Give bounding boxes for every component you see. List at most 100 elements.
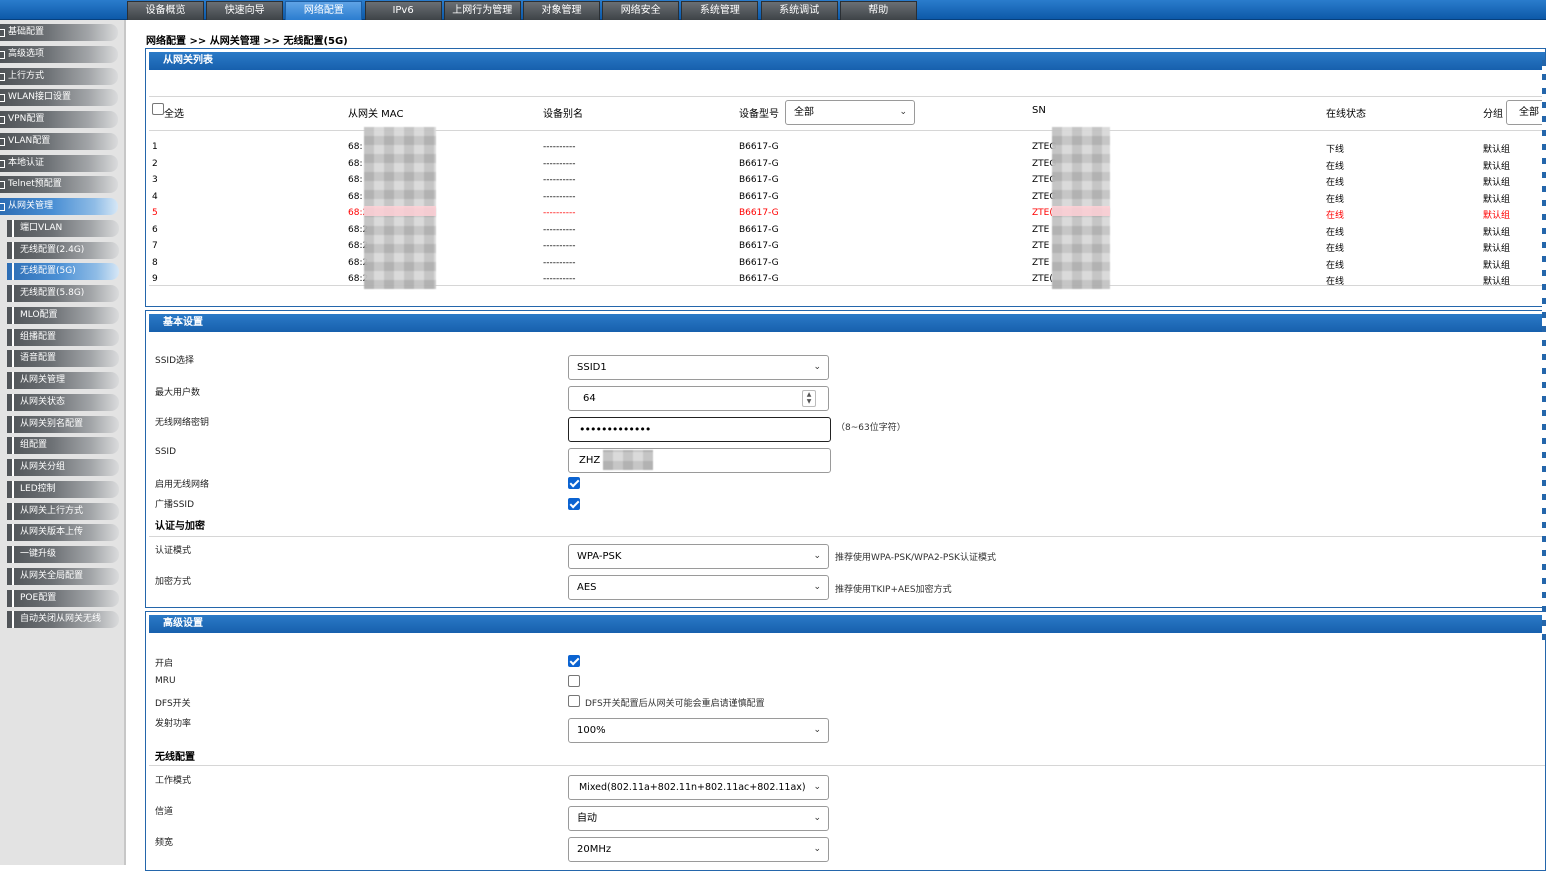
cell-alias: ----------: [543, 142, 576, 152]
sidebar-item[interactable]: 无线配置(5G): [7, 263, 119, 281]
nav-tab[interactable]: 系统调试: [760, 1, 838, 20]
chevron-down-icon: ⌄: [899, 107, 907, 117]
sidebar-item[interactable]: 从网关管理: [0, 198, 118, 215]
top-nav: 设备概览 快速向导 网络配置 IPv6 上网行为管理 对象管理 网络安全 系统管理 系统调试 帮助: [0, 0, 1546, 20]
nav-tab[interactable]: 网络配置: [285, 1, 363, 20]
nav-tab[interactable]: 快速向导: [206, 1, 284, 20]
sidebar-item[interactable]: 本地认证: [0, 154, 118, 172]
table-row[interactable]: 5 68:2 ---------- B6617-G ZTE(在线 默认组: [146, 206, 1546, 222]
bandwidth-select[interactable]: 20MHz ⌄: [568, 837, 829, 862]
sidebar-item[interactable]: WLAN接口设置: [0, 89, 118, 107]
sidebar-item[interactable]: 从网关状态: [7, 393, 119, 411]
broadcast-ssid-checkbox[interactable]: [568, 498, 580, 510]
cell-status: 在线: [1326, 194, 1345, 205]
sidebar-item[interactable]: 从网关上行方式: [7, 502, 119, 520]
channel-label: 信道: [155, 807, 174, 817]
select-all-checkbox[interactable]: [152, 103, 164, 115]
nav-tab[interactable]: 系统管理: [681, 1, 759, 20]
spinner-icon[interactable]: ▲ ▼: [802, 390, 816, 407]
header-select-all: 全选: [164, 109, 184, 120]
cell-alias: ----------: [543, 208, 576, 218]
nav-tab[interactable]: 上网行为管理: [443, 1, 521, 20]
max-users-input[interactable]: 64 ▲ ▼: [568, 386, 829, 411]
broadcast-ssid-label: 广播SSID: [155, 500, 195, 510]
table-row[interactable]: 1 68: ---------- B6617-G ZTEG 下线 默认组: [146, 140, 1546, 156]
sidebar-item[interactable]: 从网关版本上传: [7, 524, 119, 542]
table-row[interactable]: 6 68:2 ---------- B6617-G ZTE 在线 默认组: [146, 223, 1546, 239]
sidebar-item[interactable]: 从网关别名配置: [7, 415, 119, 433]
table-row[interactable]: 2 68: ---------- B6617-G ZTEG 在线 默认组: [146, 157, 1546, 173]
model-filter-select[interactable]: 全部 ⌄: [785, 100, 915, 125]
group-filter-select[interactable]: 全部: [1506, 100, 1546, 125]
power-label: 发射功率: [155, 719, 192, 729]
dfs-checkbox[interactable]: [568, 695, 580, 707]
sidebar-item[interactable]: VLAN配置: [0, 132, 118, 150]
nav-tab[interactable]: 网络安全: [602, 1, 680, 20]
chevron-down-icon: ⌄: [813, 844, 821, 854]
enable-wifi-checkbox[interactable]: [568, 477, 580, 489]
mru-checkbox[interactable]: [568, 675, 580, 687]
sidebar-item[interactable]: 上行方式: [0, 67, 118, 85]
chevron-down-icon: ⌄: [813, 582, 821, 592]
cell-index: 6: [152, 224, 158, 235]
sidebar-item[interactable]: Telnet预配置: [0, 176, 118, 194]
enable-checkbox[interactable]: [568, 655, 580, 667]
sidebar-item[interactable]: 高级选项: [0, 45, 118, 63]
sidebar-item[interactable]: 基础配置: [0, 24, 118, 41]
cell-alias: ----------: [543, 191, 576, 202]
table-row[interactable]: 8 68:2 ---------- B6617-G ZTE 在线 默认组: [146, 256, 1546, 272]
cell-alias: ----------: [543, 257, 576, 268]
sidebar-item[interactable]: MLO配置: [7, 306, 119, 324]
table-row[interactable]: 3 68: ---------- B6617-G ZTEC 在线 默认组: [146, 173, 1546, 189]
sidebar-item[interactable]: 组配置: [7, 437, 119, 455]
sidebar-item[interactable]: 无线配置(2.4G): [7, 241, 119, 259]
nav-tab[interactable]: IPv6: [364, 1, 442, 20]
cell-index: 5: [152, 208, 158, 218]
cell-status: 下线: [1326, 145, 1345, 155]
cell-alias: ----------: [543, 158, 576, 169]
highlight-band: [1052, 206, 1110, 216]
sidebar-item[interactable]: LED控制: [7, 480, 119, 498]
table-row[interactable]: 9 68:2 ---------- B6617-G ZTE(在线 默认组: [146, 272, 1546, 288]
work-mode-select[interactable]: Mixed(802.11a+802.11n+802.11ac+802.11ax)…: [568, 775, 829, 800]
sidebar-item[interactable]: 从网关全局配置: [7, 567, 119, 585]
bandwidth-label: 频宽: [155, 838, 174, 848]
sidebar-item[interactable]: 一键升级: [7, 546, 119, 563]
cell-mac: 68:: [348, 158, 363, 169]
nav-tab[interactable]: 设备概览: [127, 1, 204, 20]
chevron-down-icon: ⌄: [813, 813, 821, 823]
cell-status: 在线: [1326, 244, 1345, 254]
sidebar-item[interactable]: POE配置: [7, 589, 119, 607]
encryption-select[interactable]: AES ⌄: [568, 575, 829, 600]
sidebar-item[interactable]: 无线配置(5.8G): [7, 285, 119, 302]
table-row[interactable]: 4 68: ---------- B6617-G ZTEC 在线 默认组: [146, 190, 1546, 206]
table-row[interactable]: 7 68:2 ---------- B6617-G ZTE 在线 默认组: [146, 239, 1546, 255]
cell-sn: ZTE: [1032, 224, 1050, 235]
sidebar-item[interactable]: 从网关分组: [7, 459, 119, 476]
auth-mode-label: 认证模式: [155, 546, 192, 556]
sidebar-item[interactable]: 从网关管理: [7, 372, 119, 389]
chevron-down-icon: ⌄: [813, 782, 821, 792]
cell-mac: 68:: [348, 142, 363, 152]
nav-tab[interactable]: 对象管理: [523, 1, 600, 20]
sidebar-item[interactable]: 端口VLAN: [7, 219, 119, 237]
sidebar-item[interactable]: 语音配置: [7, 350, 119, 368]
enable-label: 开启: [155, 659, 174, 669]
channel-select[interactable]: 自动 ⌄: [568, 806, 829, 831]
key-input[interactable]: •••••••••••••: [568, 417, 831, 442]
cell-index: 8: [152, 257, 158, 268]
sidebar-item[interactable]: 组播配置: [7, 328, 119, 346]
sidebar-item[interactable]: VPN配置: [0, 111, 118, 128]
cell-index: 4: [152, 191, 158, 202]
ssid-label: SSID: [155, 447, 177, 457]
sidebar-item[interactable]: 自动关闭从网关无线: [7, 611, 119, 629]
auth-mode-select[interactable]: WPA-PSK ⌄: [568, 544, 829, 569]
ssid-select[interactable]: SSID1 ⌄: [568, 355, 829, 380]
key-hint: （8~63位字符）: [836, 423, 906, 433]
cell-index: 1: [152, 142, 158, 152]
cell-mac: 68:: [348, 175, 363, 185]
power-select[interactable]: 100% ⌄: [568, 718, 829, 743]
auth-section-title: 认证与加密: [155, 521, 205, 532]
nav-tab[interactable]: 帮助: [839, 1, 917, 20]
basic-settings-panel: 基本设置 SSID选择 SSID1 ⌄ 最大用户数 64 ▲ ▼ 无线网络密钥 •…: [145, 310, 1546, 608]
